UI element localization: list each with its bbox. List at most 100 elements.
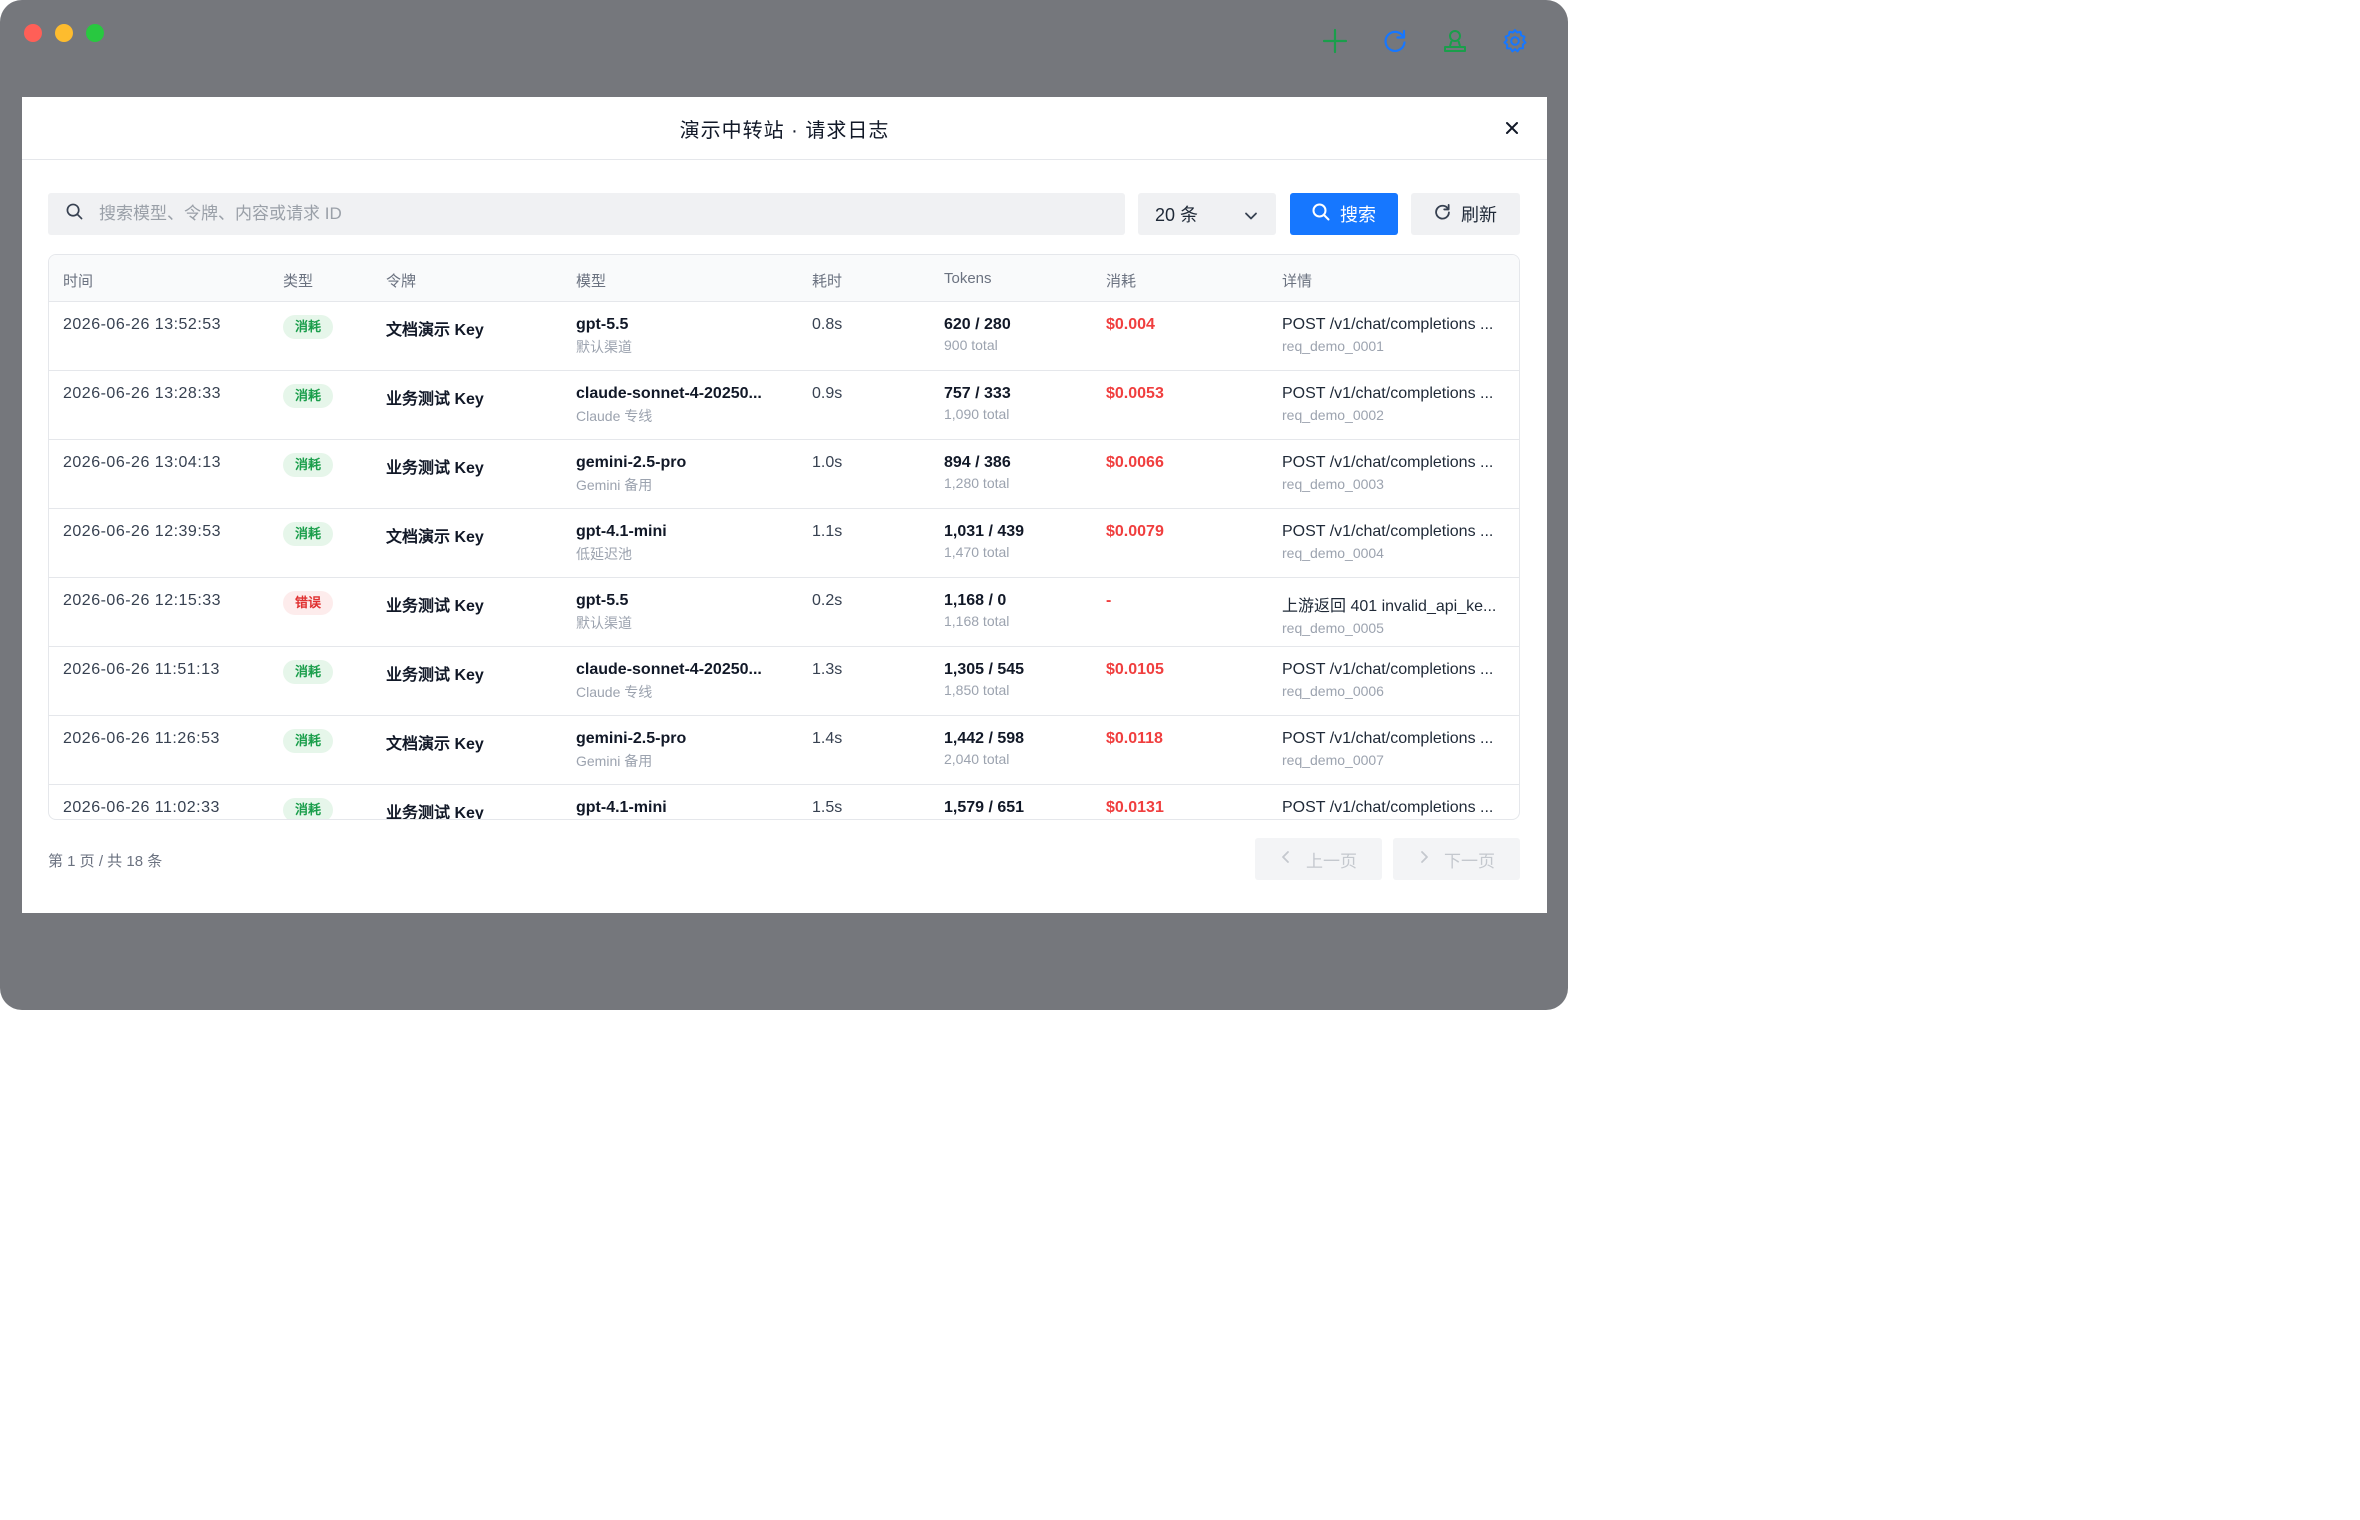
row-detail[interactable]: POST /v1/chat/completions ... req_demo_00…: [1282, 730, 1507, 768]
row-detail[interactable]: POST /v1/chat/completions ...: [1282, 799, 1507, 819]
plus-icon[interactable]: [1322, 28, 1348, 54]
row-token: 业务测试 Key: [386, 667, 484, 684]
table-row[interactable]: 2026-06-26 11:51:13 消耗 业务测试 Key claude-sonn…: [49, 647, 1519, 716]
header-type: 类型: [283, 273, 314, 290]
close-window-button[interactable]: [24, 24, 42, 42]
row-tokens: 757 / 333 1,090 total: [944, 385, 1011, 422]
refresh-icon[interactable]: [1382, 28, 1408, 54]
user-icon[interactable]: [1442, 28, 1468, 54]
close-icon[interactable]: [1503, 119, 1521, 137]
chevron-down-icon: [1244, 207, 1258, 228]
table-row[interactable]: 2026-06-26 12:39:53 消耗 文档演示 Key gpt-4.1-min…: [49, 509, 1519, 578]
detail-text: POST /v1/chat/completions ...: [1282, 454, 1494, 471]
search-input[interactable]: [99, 204, 999, 224]
table-row[interactable]: 2026-06-26 12:15:33 错误 业务测试 Key gpt-5.5 默认渠道…: [49, 578, 1519, 647]
row-tokens: 1,031 / 439 1,470 total: [944, 523, 1024, 560]
row-duration: 1.1s: [812, 523, 843, 540]
row-model: gpt-4.1-mini: [576, 799, 796, 819]
settings-icon[interactable]: [1502, 28, 1528, 54]
row-detail[interactable]: POST /v1/chat/completions ... req_demo_00…: [1282, 454, 1507, 492]
header-detail: 详情: [1282, 273, 1313, 290]
refresh-button[interactable]: 刷新: [1411, 193, 1520, 235]
tokens-in-out: 1,442 / 598: [944, 730, 1025, 747]
row-type: 消耗: [283, 384, 333, 408]
row-token: 业务测试 Key: [386, 805, 484, 820]
type-badge: 错误: [283, 591, 333, 615]
tokens-in-out: 1,305 / 545: [944, 661, 1025, 678]
table-row[interactable]: 2026-06-26 13:28:33 消耗 业务测试 Key claude-sonn…: [49, 371, 1519, 440]
maximize-window-button[interactable]: [86, 24, 104, 42]
model-name: claude-sonnet-4-20250...: [576, 385, 762, 402]
row-detail[interactable]: POST /v1/chat/completions ... req_demo_00…: [1282, 661, 1507, 699]
row-duration: 0.9s: [812, 385, 843, 402]
row-model: gemini-2.5-pro Gemini 备用: [576, 730, 796, 771]
row-tokens: 1,442 / 598 2,040 total: [944, 730, 1024, 767]
row-token: 业务测试 Key: [386, 391, 484, 408]
model-name: gpt-5.5: [576, 592, 629, 609]
model-name: claude-sonnet-4-20250...: [576, 661, 762, 678]
row-tokens: 1,168 / 0 1,168 total: [944, 592, 1009, 629]
minimize-window-button[interactable]: [55, 24, 73, 42]
chevron-left-icon: [1280, 849, 1292, 869]
row-detail[interactable]: POST /v1/chat/completions ... req_demo_00…: [1282, 523, 1507, 561]
search-button[interactable]: 搜索: [1290, 193, 1398, 235]
row-type: 消耗: [283, 522, 333, 546]
row-duration: 1.5s: [812, 799, 843, 816]
row-model: claude-sonnet-4-20250... Claude 专线: [576, 385, 796, 426]
detail-text: POST /v1/chat/completions ...: [1282, 316, 1494, 333]
type-badge: 消耗: [283, 729, 333, 753]
table-row[interactable]: 2026-06-26 13:52:53 消耗 文档演示 Key gpt-5.5 默认渠道…: [49, 302, 1519, 371]
row-type: 消耗: [283, 660, 333, 684]
type-badge: 消耗: [283, 660, 333, 684]
row-model: claude-sonnet-4-20250... Claude 专线: [576, 661, 796, 702]
row-duration: 1.3s: [812, 661, 843, 678]
row-time: 2026-06-26 11:51:13: [63, 661, 220, 678]
chevron-right-icon: [1418, 849, 1430, 869]
row-token: 文档演示 Key: [386, 736, 484, 753]
type-badge: 消耗: [283, 453, 333, 477]
table-row[interactable]: 2026-06-26 11:26:53 消耗 文档演示 Key gemini-2.5-…: [49, 716, 1519, 785]
page-info: 第 1 页 / 共 18 条: [48, 853, 163, 870]
channel-name: Claude 专线: [576, 408, 653, 424]
request-id: req_demo_0004: [1282, 545, 1384, 561]
row-cost: -: [1106, 592, 1112, 609]
row-detail[interactable]: POST /v1/chat/completions ... req_demo_00…: [1282, 385, 1507, 423]
detail-text: POST /v1/chat/completions ...: [1282, 661, 1494, 678]
refresh-button-label: 刷新: [1461, 205, 1497, 225]
refresh-icon: [1434, 203, 1451, 225]
row-type: 消耗: [283, 315, 333, 339]
page-size-value: 20 条: [1155, 205, 1199, 225]
type-badge: 消耗: [283, 798, 333, 819]
tokens-in-out: 620 / 280: [944, 316, 1011, 333]
row-tokens: 1,579 / 651: [944, 799, 1024, 819]
request-id: req_demo_0002: [1282, 407, 1384, 423]
row-time: 2026-06-26 12:39:53: [63, 523, 222, 540]
detail-text: POST /v1/chat/completions ...: [1282, 523, 1494, 540]
channel-name: Claude 专线: [576, 684, 653, 700]
header-time: 时间: [63, 273, 94, 290]
table-body: 2026-06-26 13:52:53 消耗 文档演示 Key gpt-5.5 默认渠道…: [49, 302, 1519, 820]
tokens-total: 1,850 total: [944, 682, 1010, 698]
detail-text: 上游返回 401 invalid_api_ke...: [1282, 598, 1497, 615]
next-page-label: 下一页: [1444, 851, 1495, 871]
row-type: 消耗: [283, 729, 333, 753]
tokens-in-out: 894 / 386: [944, 454, 1011, 471]
next-page-button[interactable]: 下一页: [1393, 838, 1520, 880]
row-time: 2026-06-26 12:15:33: [63, 592, 222, 609]
prev-page-button[interactable]: 上一页: [1255, 838, 1382, 880]
channel-name: 默认渠道: [576, 339, 632, 355]
row-detail[interactable]: 上游返回 401 invalid_api_ke... req_demo_0005: [1282, 592, 1507, 636]
row-detail[interactable]: POST /v1/chat/completions ... req_demo_00…: [1282, 316, 1507, 354]
detail-text: POST /v1/chat/completions ...: [1282, 799, 1494, 816]
type-badge: 消耗: [283, 315, 333, 339]
row-duration: 1.0s: [812, 454, 843, 471]
tokens-in-out: 1,031 / 439: [944, 523, 1025, 540]
page-size-select[interactable]: 20 条: [1138, 193, 1276, 235]
row-type: 消耗: [283, 453, 333, 477]
channel-name: Gemini 备用: [576, 753, 653, 769]
header-token: 令牌: [386, 273, 417, 290]
table-row[interactable]: 2026-06-26 11:02:33 消耗 业务测试 Key gpt-4.1-min…: [49, 785, 1519, 820]
table-row[interactable]: 2026-06-26 13:04:13 消耗 业务测试 Key gemini-2.5-…: [49, 440, 1519, 509]
row-tokens: 1,305 / 545 1,850 total: [944, 661, 1024, 698]
row-tokens: 894 / 386 1,280 total: [944, 454, 1011, 491]
